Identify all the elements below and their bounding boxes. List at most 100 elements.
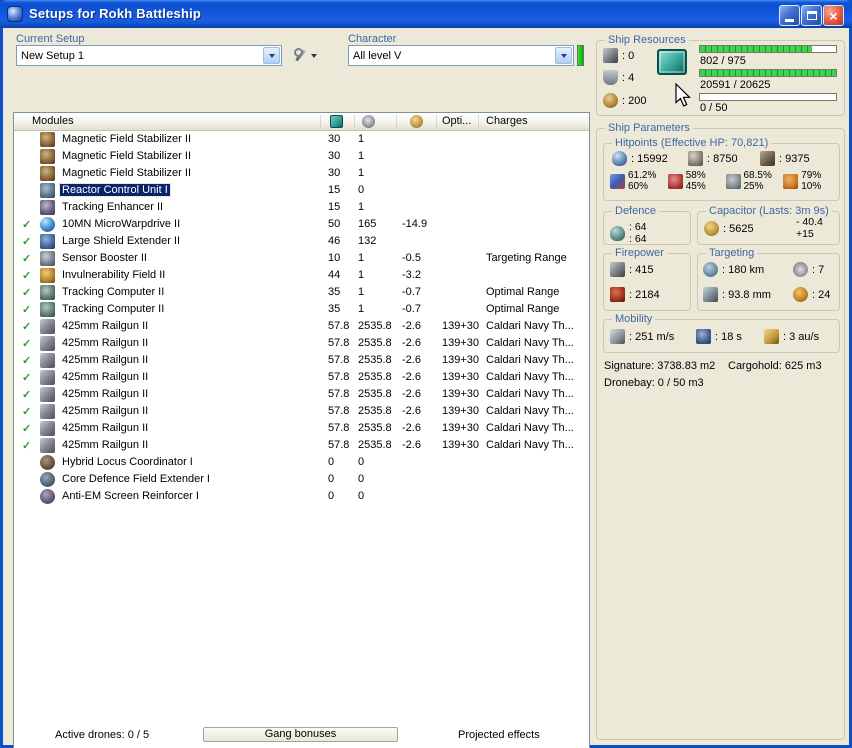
module-active-check-icon[interactable]: ✓ xyxy=(22,320,35,333)
module-pg-value: 1 xyxy=(358,133,365,145)
resists-row: 61.2% 60% 58% 45% 68.5% 25% 79% 10% xyxy=(606,170,837,192)
character-skill-indicator xyxy=(577,45,584,66)
modules-column-header[interactable]: Modules xyxy=(32,115,74,127)
chevron-down-icon[interactable] xyxy=(555,47,572,64)
projected-effects-button[interactable]: Projected effects xyxy=(458,729,540,741)
module-row[interactable]: Reactor Control Unit I 15 0 xyxy=(14,183,589,200)
module-row[interactable]: Magnetic Field Stabilizer II 30 1 xyxy=(14,132,589,149)
maximize-button[interactable] xyxy=(801,5,822,26)
resist-top-value: 61.2% xyxy=(628,170,657,181)
module-active-check-icon[interactable]: ✓ xyxy=(22,303,35,316)
module-row[interactable]: ✓ 425mm Railgun II 57.8 2535.8 -2.6 139+30 Cal… xyxy=(14,421,589,438)
speed-value: : 251 m/s xyxy=(629,330,675,343)
current-setup-combobox[interactable]: New Setup 1 xyxy=(16,45,282,66)
module-icon xyxy=(40,149,55,164)
mouse-cursor xyxy=(675,83,691,107)
module-active-check-icon[interactable]: ✓ xyxy=(22,422,35,435)
module-pg-value: 2535.8 xyxy=(358,354,392,366)
module-row[interactable]: Anti-EM Screen Reinforcer I 0 0 xyxy=(14,489,589,506)
resist-top-value: 58% xyxy=(685,170,706,181)
module-row[interactable]: ✓ 425mm Railgun II 57.8 2535.8 -2.6 139+30 Cal… xyxy=(14,404,589,421)
setup-tools-button[interactable] xyxy=(292,45,330,66)
module-cpu-value: 50 xyxy=(328,218,341,230)
module-optimal-value: 139+30 xyxy=(442,320,480,332)
module-cap-value: -2.6 xyxy=(402,439,421,451)
charges-column-header[interactable]: Charges xyxy=(486,115,528,127)
module-active-check-icon[interactable]: ✓ xyxy=(22,218,35,231)
powergrid-column-icon[interactable] xyxy=(362,115,375,128)
module-active-check-icon[interactable]: ✓ xyxy=(22,439,35,452)
module-row[interactable]: ✓ 425mm Railgun II 57.8 2535.8 -2.6 139+30 Cal… xyxy=(14,336,589,353)
module-active-check-icon[interactable]: ✓ xyxy=(22,235,35,248)
module-row[interactable]: ✓ 10MN MicroWarpdrive II 50 165 -14.9 xyxy=(14,217,589,234)
module-active-check-icon[interactable]: ✓ xyxy=(22,252,35,265)
titlebar[interactable]: Setups for Rokh Battleship × xyxy=(0,0,852,28)
capacitor-delta-plus: +15 xyxy=(796,228,814,240)
module-active-check-icon[interactable]: ✓ xyxy=(22,337,35,350)
module-active-check-icon[interactable]: ✓ xyxy=(22,354,35,367)
optimal-column-header[interactable]: Opti... xyxy=(442,115,471,127)
defence-icon xyxy=(610,225,625,241)
minimize-button[interactable] xyxy=(779,5,800,26)
module-active-check-icon[interactable]: ✓ xyxy=(22,371,35,384)
module-name: Tracking Enhancer II xyxy=(62,201,164,213)
module-icon xyxy=(40,421,55,436)
module-row[interactable]: ✓ Sensor Booster II 10 1 -0.5 Targeting Range xyxy=(14,251,589,268)
module-row[interactable]: ✓ Tracking Computer II 35 1 -0.7 Optimal Rang… xyxy=(14,285,589,302)
module-row[interactable]: ✓ 425mm Railgun II 57.8 2535.8 -2.6 139+30 Cal… xyxy=(14,319,589,336)
module-cpu-value: 57.8 xyxy=(328,371,350,383)
hitpoints-title: Hitpoints (Effective HP: 70,821) xyxy=(612,136,772,150)
module-name: Large Shield Extender II xyxy=(62,235,181,247)
module-icon xyxy=(40,472,55,487)
module-row[interactable]: ✓ 425mm Railgun II 57.8 2535.8 -2.6 139+30 Cal… xyxy=(14,370,589,387)
window-title: Setups for Rokh Battleship xyxy=(29,6,202,21)
module-cpu-value: 0 xyxy=(328,473,335,485)
module-cpu-value: 57.8 xyxy=(328,354,350,366)
module-row[interactable]: ✓ Tracking Computer II 35 1 -0.7 Optimal Rang… xyxy=(14,302,589,319)
targeting-title: Targeting xyxy=(706,246,758,260)
close-button[interactable]: × xyxy=(823,5,844,26)
capacitor-column-icon[interactable] xyxy=(410,115,423,128)
module-active-check-icon[interactable]: ✓ xyxy=(22,405,35,418)
module-optimal-value: 139+30 xyxy=(442,405,480,417)
module-active-check-icon[interactable]: ✓ xyxy=(22,286,35,299)
module-active-check-icon[interactable]: ✓ xyxy=(22,388,35,401)
module-cpu-value: 10 xyxy=(328,252,341,264)
module-row[interactable]: ✓ Invulnerability Field II 44 1 -3.2 xyxy=(14,268,589,285)
module-cpu-value: 44 xyxy=(328,269,341,281)
module-icon xyxy=(40,200,55,215)
character-combobox[interactable]: All level V xyxy=(348,45,574,66)
module-cpu-value: 57.8 xyxy=(328,405,350,417)
module-name: Anti-EM Screen Reinforcer I xyxy=(62,490,199,502)
module-row[interactable]: ✓ 425mm Railgun II 57.8 2535.8 -2.6 139+30 Cal… xyxy=(14,438,589,455)
module-active-check-icon[interactable]: ✓ xyxy=(22,269,35,282)
module-row[interactable]: ✓ 425mm Railgun II 57.8 2535.8 -2.6 139+30 Cal… xyxy=(14,353,589,370)
cpu-column-icon[interactable] xyxy=(330,115,343,128)
max-targets-icon xyxy=(793,262,808,277)
module-name: 425mm Railgun II xyxy=(62,354,149,366)
chevron-down-icon[interactable] xyxy=(263,47,280,64)
max-targets-value: : 7 xyxy=(812,263,825,276)
module-row[interactable]: ✓ 425mm Railgun II 57.8 2535.8 -2.6 139+30 Cal… xyxy=(14,387,589,404)
launcher-hardpoints-value: : 4 xyxy=(622,71,635,84)
module-icon xyxy=(40,217,55,232)
agility-icon xyxy=(696,329,711,344)
cargohold-value: Cargohold: 625 m3 xyxy=(728,360,822,372)
module-charges-value: Caldari Navy Th... xyxy=(486,354,574,366)
module-row[interactable]: Magnetic Field Stabilizer II 30 1 xyxy=(14,166,589,183)
firepower-title: Firepower xyxy=(612,246,667,260)
module-pg-value: 1 xyxy=(358,252,365,264)
resist-bottom-value: 10% xyxy=(801,181,822,192)
module-name: 425mm Railgun II xyxy=(62,388,149,400)
module-row[interactable]: Magnetic Field Stabilizer II 30 1 xyxy=(14,149,589,166)
module-row[interactable]: Tracking Enhancer II 15 1 xyxy=(14,200,589,217)
module-cap-value: -0.7 xyxy=(402,286,421,298)
resist-top-value: 79% xyxy=(801,170,822,181)
defence-title: Defence xyxy=(612,204,659,218)
module-row[interactable]: ✓ Large Shield Extender II 46 132 xyxy=(14,234,589,251)
agility-value: : 18 s xyxy=(715,330,742,343)
gang-bonuses-button[interactable]: Gang bonuses xyxy=(203,727,398,742)
module-row[interactable]: Core Defence Field Extender I 0 0 xyxy=(14,472,589,489)
module-row[interactable]: Hybrid Locus Coordinator I 0 0 xyxy=(14,455,589,472)
module-cap-value: -0.5 xyxy=(402,252,421,264)
